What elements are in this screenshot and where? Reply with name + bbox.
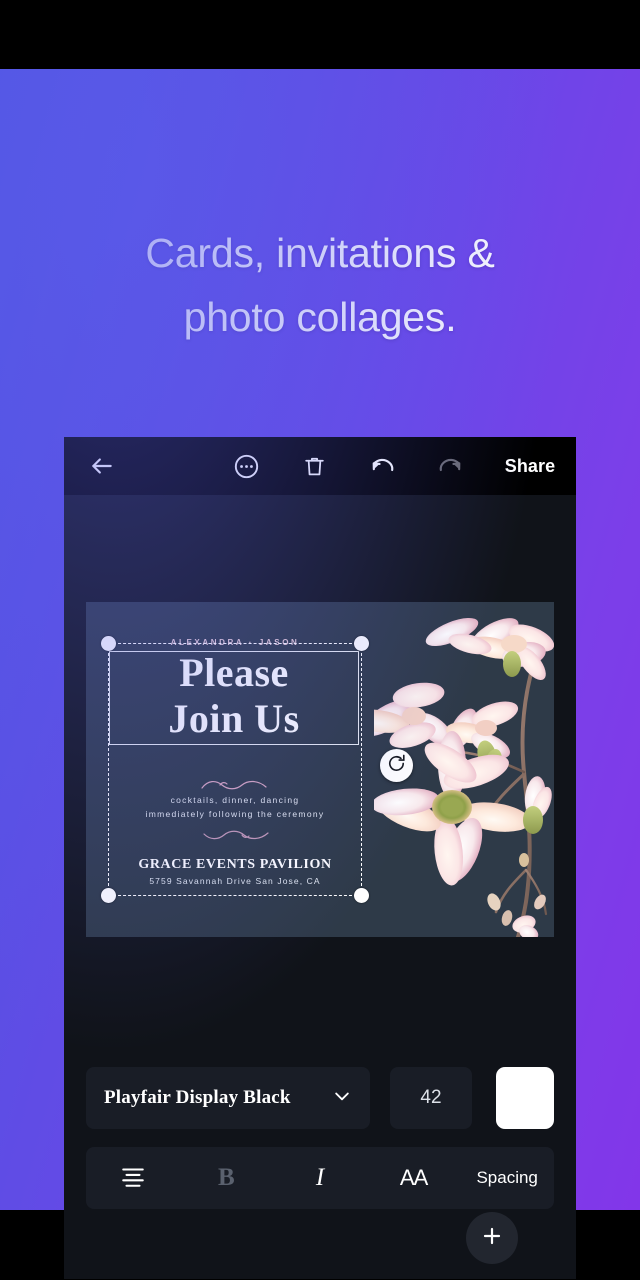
align-center-icon [120,1163,146,1194]
editor-canvas-stage[interactable]: ALEXANDRA · JASON cocktails, dinner, dan… [64,495,576,1055]
resize-handle-top-left[interactable] [101,636,116,651]
promo-background: Cards, invitations & photo collages. Sha… [0,69,640,1279]
redo-icon [437,453,464,480]
more-options-button[interactable] [212,437,280,495]
resize-handle-bottom-right[interactable] [354,888,369,903]
promo-headline: Cards, invitations & photo collages. [0,221,640,349]
font-family-label: Playfair Display Black [104,1087,291,1108]
arrow-left-icon [89,453,115,479]
text-color-swatch[interactable] [496,1067,554,1129]
font-size-input[interactable]: 42 [390,1067,472,1129]
more-horizontal-circle-icon [233,453,260,480]
spacing-button[interactable]: Spacing [460,1147,554,1209]
rotate-handle[interactable] [380,749,413,782]
promo-headline-line-2: photo collages. [183,294,457,340]
undo-icon [369,453,396,480]
redo-button[interactable] [416,437,484,495]
undo-button[interactable] [348,437,416,495]
design-canvas[interactable]: ALEXANDRA · JASON cocktails, dinner, dan… [86,602,554,937]
screenshot-root: Cards, invitations & photo collages. Sha… [0,0,640,1280]
align-button[interactable] [86,1147,180,1209]
promo-headline-line-1: Cards, invitations & [145,230,495,276]
resize-handle-top-right[interactable] [354,636,369,651]
add-element-button[interactable] [466,1212,518,1264]
rotate-icon [385,752,408,780]
selection-frame[interactable] [101,636,369,903]
share-button[interactable]: Share [484,437,576,495]
bold-button[interactable]: B [180,1147,274,1209]
trash-icon [302,454,327,479]
back-button[interactable] [64,437,140,495]
text-format-toolbar: B I AA Spacing [86,1147,554,1209]
delete-button[interactable] [280,437,348,495]
app-panel: Share ALEXANDRA · JASON cocktails, dinne… [64,437,576,1279]
chevron-down-icon [332,1086,352,1111]
plus-icon [480,1224,504,1253]
font-family-selector[interactable]: Playfair Display Black [86,1067,370,1129]
resize-handle-bottom-left[interactable] [101,888,116,903]
app-top-toolbar: Share [64,437,576,495]
italic-button[interactable]: I [273,1147,367,1209]
font-controls-row: Playfair Display Black 42 [64,1067,576,1129]
letter-case-button[interactable]: AA [367,1147,461,1209]
